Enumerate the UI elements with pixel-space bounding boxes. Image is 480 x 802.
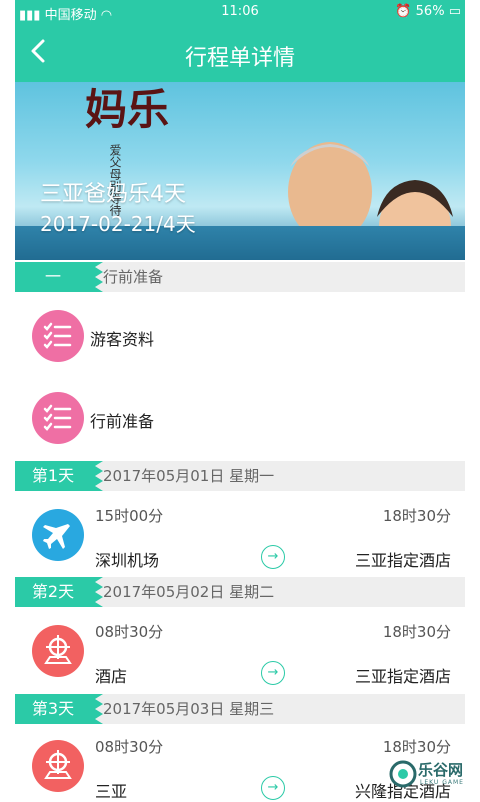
watermark-text: 乐谷网 xyxy=(418,761,464,779)
start-time: 15时00分 xyxy=(95,507,164,525)
from-place: 深圳机场 xyxy=(95,551,160,570)
battery-label: 56% xyxy=(415,4,445,19)
list-item-label: 行前准备 xyxy=(90,412,155,431)
end-time: 18时30分 xyxy=(382,738,451,756)
section-header-day2: 第2天 2017年05月02日 星期二 xyxy=(15,577,465,607)
to-place: 三亚指定酒店 xyxy=(354,667,451,686)
checklist-icon xyxy=(32,392,84,444)
site-watermark: 乐谷网 LEKU GAME xyxy=(388,755,478,795)
route-row-day1[interactable]: 15时00分 18时30分 深圳机场 → 三亚指定酒店 xyxy=(15,495,465,575)
watermark-subtext: LEKU GAME xyxy=(420,779,464,786)
start-time: 08时30分 xyxy=(95,623,164,641)
day-date: 2017年05月03日 星期三 xyxy=(103,700,275,718)
status-bar: ▮▮▮ 中国移动 ◠ 11:06 ⏰ 56% ▭ xyxy=(15,0,465,24)
day-tag: 第3天 xyxy=(15,694,91,724)
end-time: 18时30分 xyxy=(382,623,451,641)
trip-banner[interactable]: 妈乐 爱父母别等待 三亚爸妈乐4天 2017-02-21/4天 xyxy=(15,82,465,260)
section-title: 行前准备 xyxy=(103,268,164,286)
location-pin-icon xyxy=(32,625,84,677)
watermark-logo-icon xyxy=(389,760,417,788)
location-pin-icon xyxy=(32,740,84,792)
battery-icon: ▭ xyxy=(448,4,461,19)
tag-notch xyxy=(91,461,103,491)
section-tag: 一 xyxy=(15,262,91,292)
tag-notch xyxy=(91,262,103,292)
checklist-icon xyxy=(32,310,84,362)
trip-subtitle: 2017-02-21/4天 xyxy=(40,212,196,236)
section-header-prep: 一 行前准备 xyxy=(15,262,465,292)
alarm-icon: ⏰ xyxy=(395,4,412,19)
battery-indicator: ⏰ 56% ▭ xyxy=(395,4,461,19)
airplane-icon xyxy=(32,509,84,561)
day-date: 2017年05月02日 星期二 xyxy=(103,583,275,601)
poster-text: 妈乐 xyxy=(85,85,170,134)
tag-notch xyxy=(91,694,103,724)
day-date: 2017年05月01日 星期一 xyxy=(103,467,275,485)
from-place: 酒店 xyxy=(95,667,128,686)
arrow-right-icon: → xyxy=(261,661,285,685)
tag-notch xyxy=(91,577,103,607)
from-place: 三亚 xyxy=(95,782,128,801)
section-header-day3: 第3天 2017年05月03日 星期三 xyxy=(15,694,465,724)
day-tag: 第1天 xyxy=(15,461,91,491)
end-time: 18时30分 xyxy=(382,507,451,525)
day-tag: 第2天 xyxy=(15,577,91,607)
to-place: 三亚指定酒店 xyxy=(354,551,451,570)
list-item-trip-prep[interactable]: 行前准备 xyxy=(15,388,465,448)
page-title: 行程单详情 xyxy=(184,46,295,71)
arrow-right-icon: → xyxy=(261,776,285,800)
section-header-day1: 第1天 2017年05月01日 星期一 xyxy=(15,461,465,491)
list-item-tourist-info[interactable]: 游客资料 xyxy=(15,306,465,366)
route-row-day2[interactable]: 08时30分 18时30分 酒店 → 三亚指定酒店 xyxy=(15,611,465,691)
trip-title: 三亚爸妈乐4天 xyxy=(40,182,186,207)
nav-bar: 行程单详情 xyxy=(15,24,465,82)
start-time: 08时30分 xyxy=(95,738,164,756)
list-item-label: 游客资料 xyxy=(90,330,155,349)
arrow-right-icon: → xyxy=(261,545,285,569)
